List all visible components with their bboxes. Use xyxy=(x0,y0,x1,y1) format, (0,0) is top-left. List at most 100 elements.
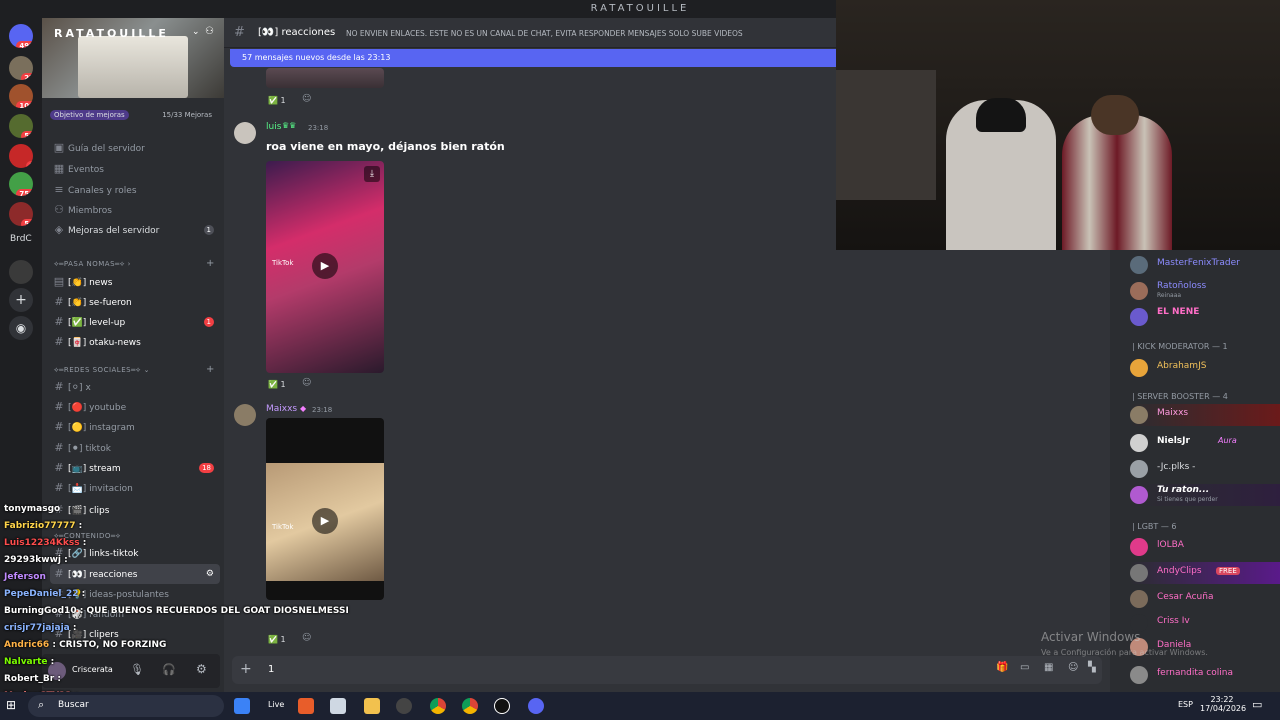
live-label[interactable]: Live xyxy=(268,700,284,709)
reaction[interactable]: ✅ 1 xyxy=(268,633,286,647)
settings-icon[interactable]: ⚙ xyxy=(196,662,207,676)
channel-youtube[interactable]: # [🔴] youtube xyxy=(50,397,220,417)
channel-news[interactable]: ▤ [👏] news xyxy=(50,272,220,292)
member-item[interactable]: Tu raton... Si tienes que perder xyxy=(1130,484,1280,506)
channel-otaku-news[interactable]: # [🀄] otaku-news xyxy=(50,332,220,352)
member-item[interactable]: AndyClips FREE xyxy=(1130,562,1280,584)
server-icon[interactable]: 759 xyxy=(9,172,33,196)
gif-icon[interactable]: ▭ xyxy=(1020,662,1029,673)
member-item[interactable]: Cesar Acuña xyxy=(1130,588,1280,610)
user-name[interactable]: Criscerata xyxy=(72,665,113,674)
server-label[interactable]: BrdC xyxy=(10,234,32,244)
server-icon[interactable]: 27 xyxy=(9,56,33,80)
channel-x[interactable]: # [⚪] x xyxy=(50,377,220,397)
chevron-down-icon[interactable]: ⌄ xyxy=(192,27,200,37)
chrome-icon[interactable] xyxy=(430,698,446,714)
chrome-icon[interactable] xyxy=(462,698,478,714)
server-icon[interactable]: 1 xyxy=(9,144,33,168)
menu-events[interactable]: ▦ Eventos xyxy=(50,159,220,179)
channel-clips[interactable]: # [🎬] clips xyxy=(50,500,220,520)
explore-icon[interactable]: ◉ xyxy=(9,316,33,340)
avatar[interactable] xyxy=(48,662,66,680)
reaction[interactable]: ✅ 1 xyxy=(268,94,286,108)
channel-links-tiktok[interactable]: # [🔗] links-tiktok xyxy=(50,543,220,563)
gift-icon[interactable]: 🎁 xyxy=(996,662,1008,673)
search-box[interactable]: ⌕ Buscar xyxy=(28,695,224,717)
home-button[interactable]: 492 xyxy=(9,24,33,48)
download-icon[interactable]: ⤓ xyxy=(364,166,380,182)
category-contenido[interactable]: ⟡═CONTENIDO═⟡ xyxy=(54,532,121,541)
member-item[interactable]: Maixxs xyxy=(1130,404,1280,426)
channel-stream[interactable]: # [📺] stream 18 xyxy=(50,458,220,478)
menu-boosts[interactable]: ◈ Mejoras del servidor 1 xyxy=(50,220,220,240)
member-item[interactable]: lOLBA xyxy=(1130,536,1280,558)
microphone-icon[interactable]: 🎙 xyxy=(130,663,144,676)
menu-channels-roles[interactable]: ≡ Canales y roles xyxy=(50,180,220,200)
channel-level-up[interactable]: # [✅] level-up 1 xyxy=(50,312,220,332)
headphones-icon[interactable]: 🎧 xyxy=(162,663,176,676)
member-item[interactable]: fernandita colina xyxy=(1130,664,1280,686)
play-icon[interactable]: ▶ xyxy=(312,508,338,534)
sticker-icon[interactable]: ▦ xyxy=(1044,662,1053,673)
avatar[interactable] xyxy=(234,404,256,426)
emoji-icon[interactable]: ☺ xyxy=(1068,662,1078,673)
composer-text[interactable]: 1 xyxy=(268,664,274,675)
channel-reacciones[interactable]: # [👀] reacciones ⚙ xyxy=(50,564,220,584)
settings-icon[interactable]: ⚙ xyxy=(206,564,214,584)
channel-se-fueron[interactable]: # [👏] se-fueron xyxy=(50,292,220,312)
member-item[interactable]: -Jc.plks - xyxy=(1130,458,1280,480)
add-reaction-icon[interactable]: ☺ xyxy=(302,94,311,104)
member-item[interactable]: EL NENE xyxy=(1130,306,1280,328)
member-item[interactable]: Criss Iv xyxy=(1130,612,1280,634)
add-reaction-icon[interactable]: ☺ xyxy=(302,633,311,643)
plus-icon[interactable]: + xyxy=(240,661,252,677)
video-attachment[interactable]: TikTok ▶ xyxy=(266,418,384,600)
server-icon[interactable]: 109 xyxy=(9,84,33,108)
member-item[interactable]: Ratoñoloss Reinaaa xyxy=(1130,280,1280,302)
apps-icon[interactable]: ▚ xyxy=(1088,662,1096,673)
channel-invitacion[interactable]: # [📩] invitacion xyxy=(50,478,220,498)
channel-tiktok[interactable]: # [⚫] tiktok xyxy=(50,438,220,458)
channel-random[interactable]: # [🎲] random xyxy=(50,604,220,624)
video-attachment[interactable]: TikTok ▶ ⤓ xyxy=(266,161,384,373)
category-pasa-nomas[interactable]: ⟡═PASA NOMAS═⟡ › xyxy=(54,260,131,269)
add-member-icon[interactable]: ⚇ xyxy=(205,26,214,37)
member-item[interactable]: AbrahamJS xyxy=(1130,357,1280,379)
brave-icon[interactable] xyxy=(298,698,314,714)
new-messages-bar[interactable]: 57 mensajes nuevos desde las 23:13 xyxy=(230,49,840,67)
video-attachment[interactable] xyxy=(266,68,384,88)
folder-icon[interactable] xyxy=(364,698,380,714)
server-icon[interactable] xyxy=(9,260,33,284)
discord-icon[interactable] xyxy=(528,698,544,714)
avatar[interactable] xyxy=(234,122,256,144)
message-composer[interactable]: + 1 🎁 ▭ ▦ ☺ ▚ xyxy=(232,656,1102,684)
add-reaction-icon[interactable]: ☺ xyxy=(302,378,311,388)
reaction[interactable]: ✅ 1 xyxy=(268,378,286,392)
add-channel-icon[interactable]: + xyxy=(206,364,214,375)
server-name[interactable]: RATATOUILLE xyxy=(54,27,169,40)
clock[interactable]: 23:22 17/04/2026 xyxy=(1200,695,1246,713)
copilot-icon[interactable] xyxy=(234,698,250,714)
server-icon[interactable]: 52 xyxy=(9,114,33,138)
server-icon[interactable]: 54 xyxy=(9,202,33,226)
member-item[interactable]: MasterFenixTrader xyxy=(1130,254,1280,276)
add-channel-icon[interactable]: + xyxy=(206,258,214,269)
play-icon[interactable]: ▶ xyxy=(312,253,338,279)
channel-clipers[interactable]: # [🎥] clipers xyxy=(50,624,220,644)
add-server-icon[interactable]: + xyxy=(9,288,33,312)
windows-start-icon[interactable]: ⊞ xyxy=(6,698,16,712)
notification-icon[interactable]: ▭ xyxy=(1252,698,1262,711)
language-indicator[interactable]: ESP xyxy=(1178,700,1193,709)
menu-members[interactable]: ⚇ Miembros xyxy=(50,200,220,220)
member-item[interactable]: NielsJr Aura xyxy=(1130,432,1280,454)
message-author[interactable]: Maixxs xyxy=(266,404,297,414)
menu-guide[interactable]: ▣ Guía del servidor xyxy=(50,138,220,158)
boost-goal[interactable]: Objetivo de mejoras 15/33 Mejoras xyxy=(50,108,216,122)
channel-instagram[interactable]: # [🟡] instagram xyxy=(50,417,220,437)
category-redes-sociales[interactable]: ⟡═REDES SOCIALES═⟡ ⌄ xyxy=(54,366,150,375)
obs-icon[interactable] xyxy=(396,698,412,714)
media-player-icon[interactable] xyxy=(494,698,510,714)
message-author[interactable]: luis xyxy=(266,122,281,132)
notepad-icon[interactable] xyxy=(330,698,346,714)
channel-ideas-postulantes[interactable]: # [💡] ideas-postulantes xyxy=(50,584,220,604)
